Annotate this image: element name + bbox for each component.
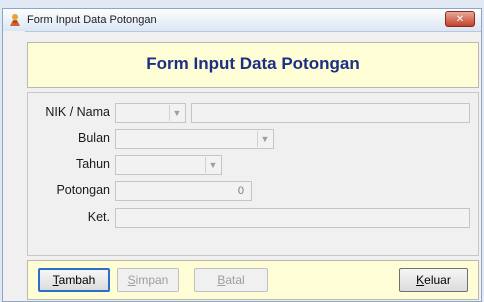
ket-label: Ket. — [87, 210, 110, 224]
ket-field[interactable] — [115, 208, 470, 228]
app-window: Form Input Data Potongan ✕ Form Input Da… — [2, 8, 482, 302]
tahun-combobox[interactable]: ▼ — [115, 155, 222, 175]
form-heading: Form Input Data Potongan — [146, 54, 360, 73]
button-panel: Tambah Simpan Batal Keluar — [27, 260, 479, 300]
chevron-down-icon[interactable]: ▼ — [205, 157, 220, 173]
close-button[interactable]: ✕ — [445, 11, 475, 27]
tahun-label: Tahun — [75, 157, 110, 171]
simpan-mnemonic: S — [127, 273, 136, 287]
close-icon: ✕ — [455, 14, 465, 25]
keluar-mnemonic: K — [416, 273, 425, 287]
tambah-button[interactable]: Tambah — [38, 268, 110, 292]
window-left-margin — [3, 31, 25, 301]
form-panel: NIK / Nama ▼ Bulan ▼ Tahun ▼ Potongan 0 … — [27, 92, 479, 256]
chevron-down-icon[interactable]: ▼ — [257, 131, 272, 147]
chevron-down-icon[interactable]: ▼ — [169, 105, 184, 121]
batal-button[interactable]: Batal — [194, 268, 268, 292]
character-icon — [8, 13, 22, 27]
keluar-button[interactable]: Keluar — [399, 268, 468, 292]
bulan-label: Bulan — [78, 131, 110, 145]
title-bar[interactable]: Form Input Data Potongan ✕ — [3, 9, 481, 32]
potongan-value: 0 — [237, 185, 244, 197]
bulan-combobox[interactable]: ▼ — [115, 129, 274, 149]
nik-combobox[interactable]: ▼ — [115, 103, 186, 123]
simpan-button[interactable]: Simpan — [117, 268, 179, 292]
simpan-label: impan — [135, 273, 169, 287]
keluar-label: eluar — [424, 273, 451, 287]
tambah-label: ambah — [58, 273, 96, 287]
window-title: Form Input Data Potongan — [27, 14, 157, 26]
potongan-label: Potongan — [56, 183, 110, 197]
potongan-field[interactable]: 0 — [115, 181, 252, 201]
nama-field[interactable] — [191, 103, 470, 123]
header-panel: Form Input Data Potongan — [27, 42, 479, 88]
nik-label: NIK / Nama — [45, 105, 110, 119]
batal-label: atal — [225, 273, 245, 287]
